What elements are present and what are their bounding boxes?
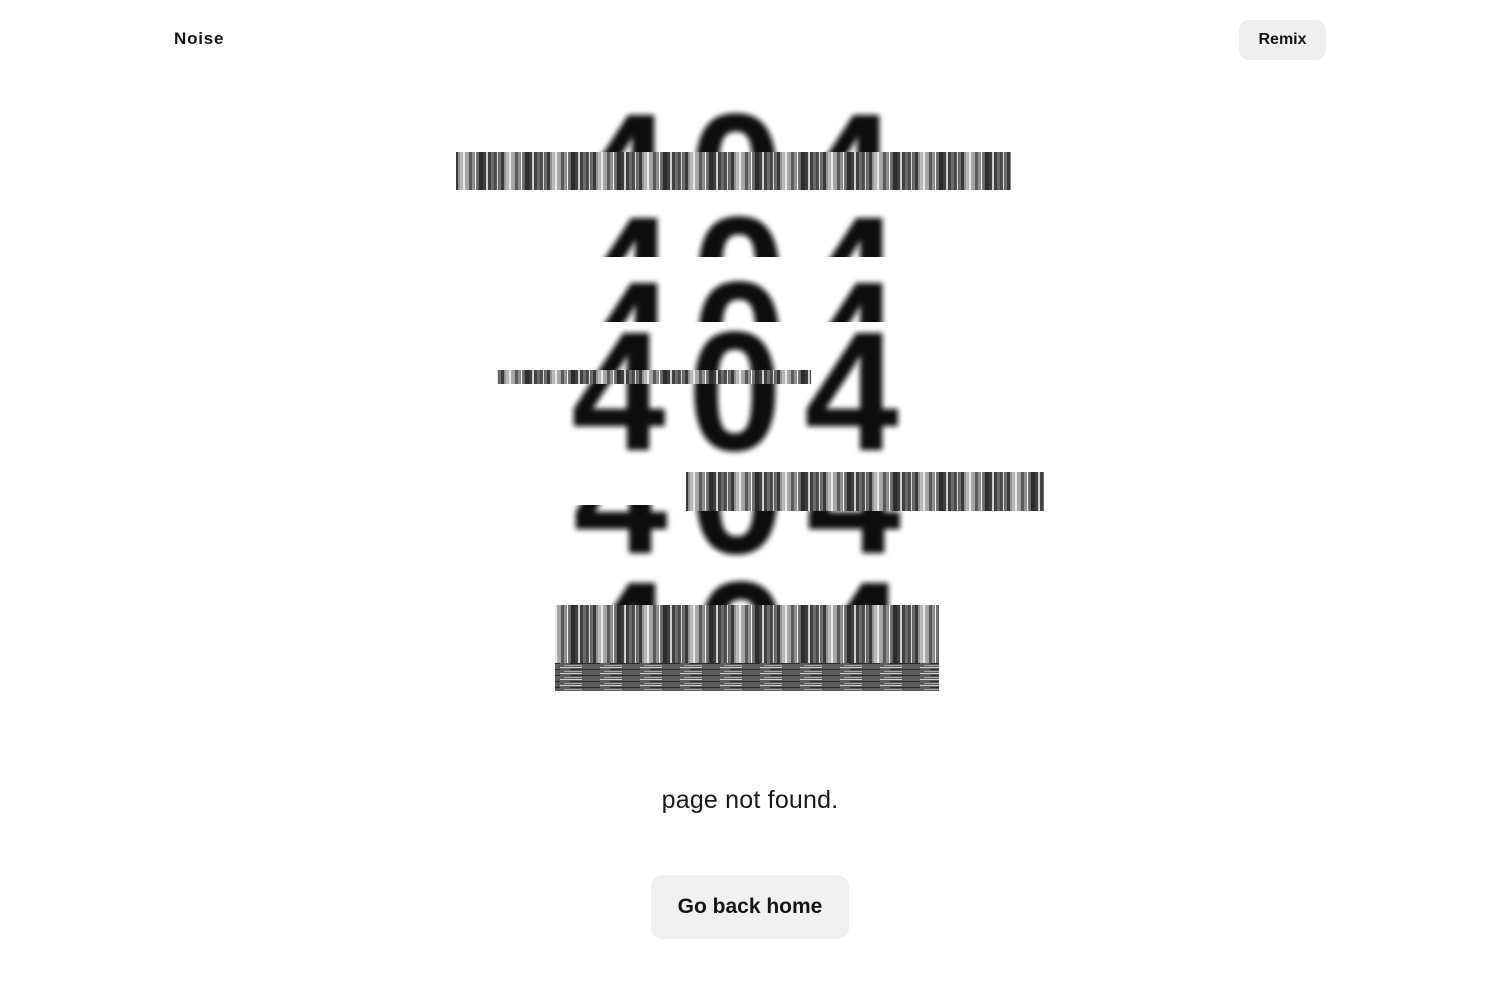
glitch-404-svg: 404 404 404 404 404 404	[456, 95, 1044, 691]
glitch-404-text: 404	[571, 297, 921, 487]
not-found-message: page not found.	[661, 786, 839, 814]
glitch-main: 404	[571, 297, 921, 487]
noise-bar	[497, 370, 811, 384]
glitch-404-graphic: 404 404 404 404 404 404	[0, 0, 1500, 760]
noise-bar	[686, 472, 1044, 511]
go-home-button[interactable]: Go back home	[651, 875, 849, 939]
not-found-page: Noise Remix 404 404 404 404 404 page not…	[0, 0, 1500, 1000]
noise-bar	[555, 605, 939, 663]
noise-bar	[555, 663, 939, 691]
noise-bar	[456, 152, 1011, 190]
